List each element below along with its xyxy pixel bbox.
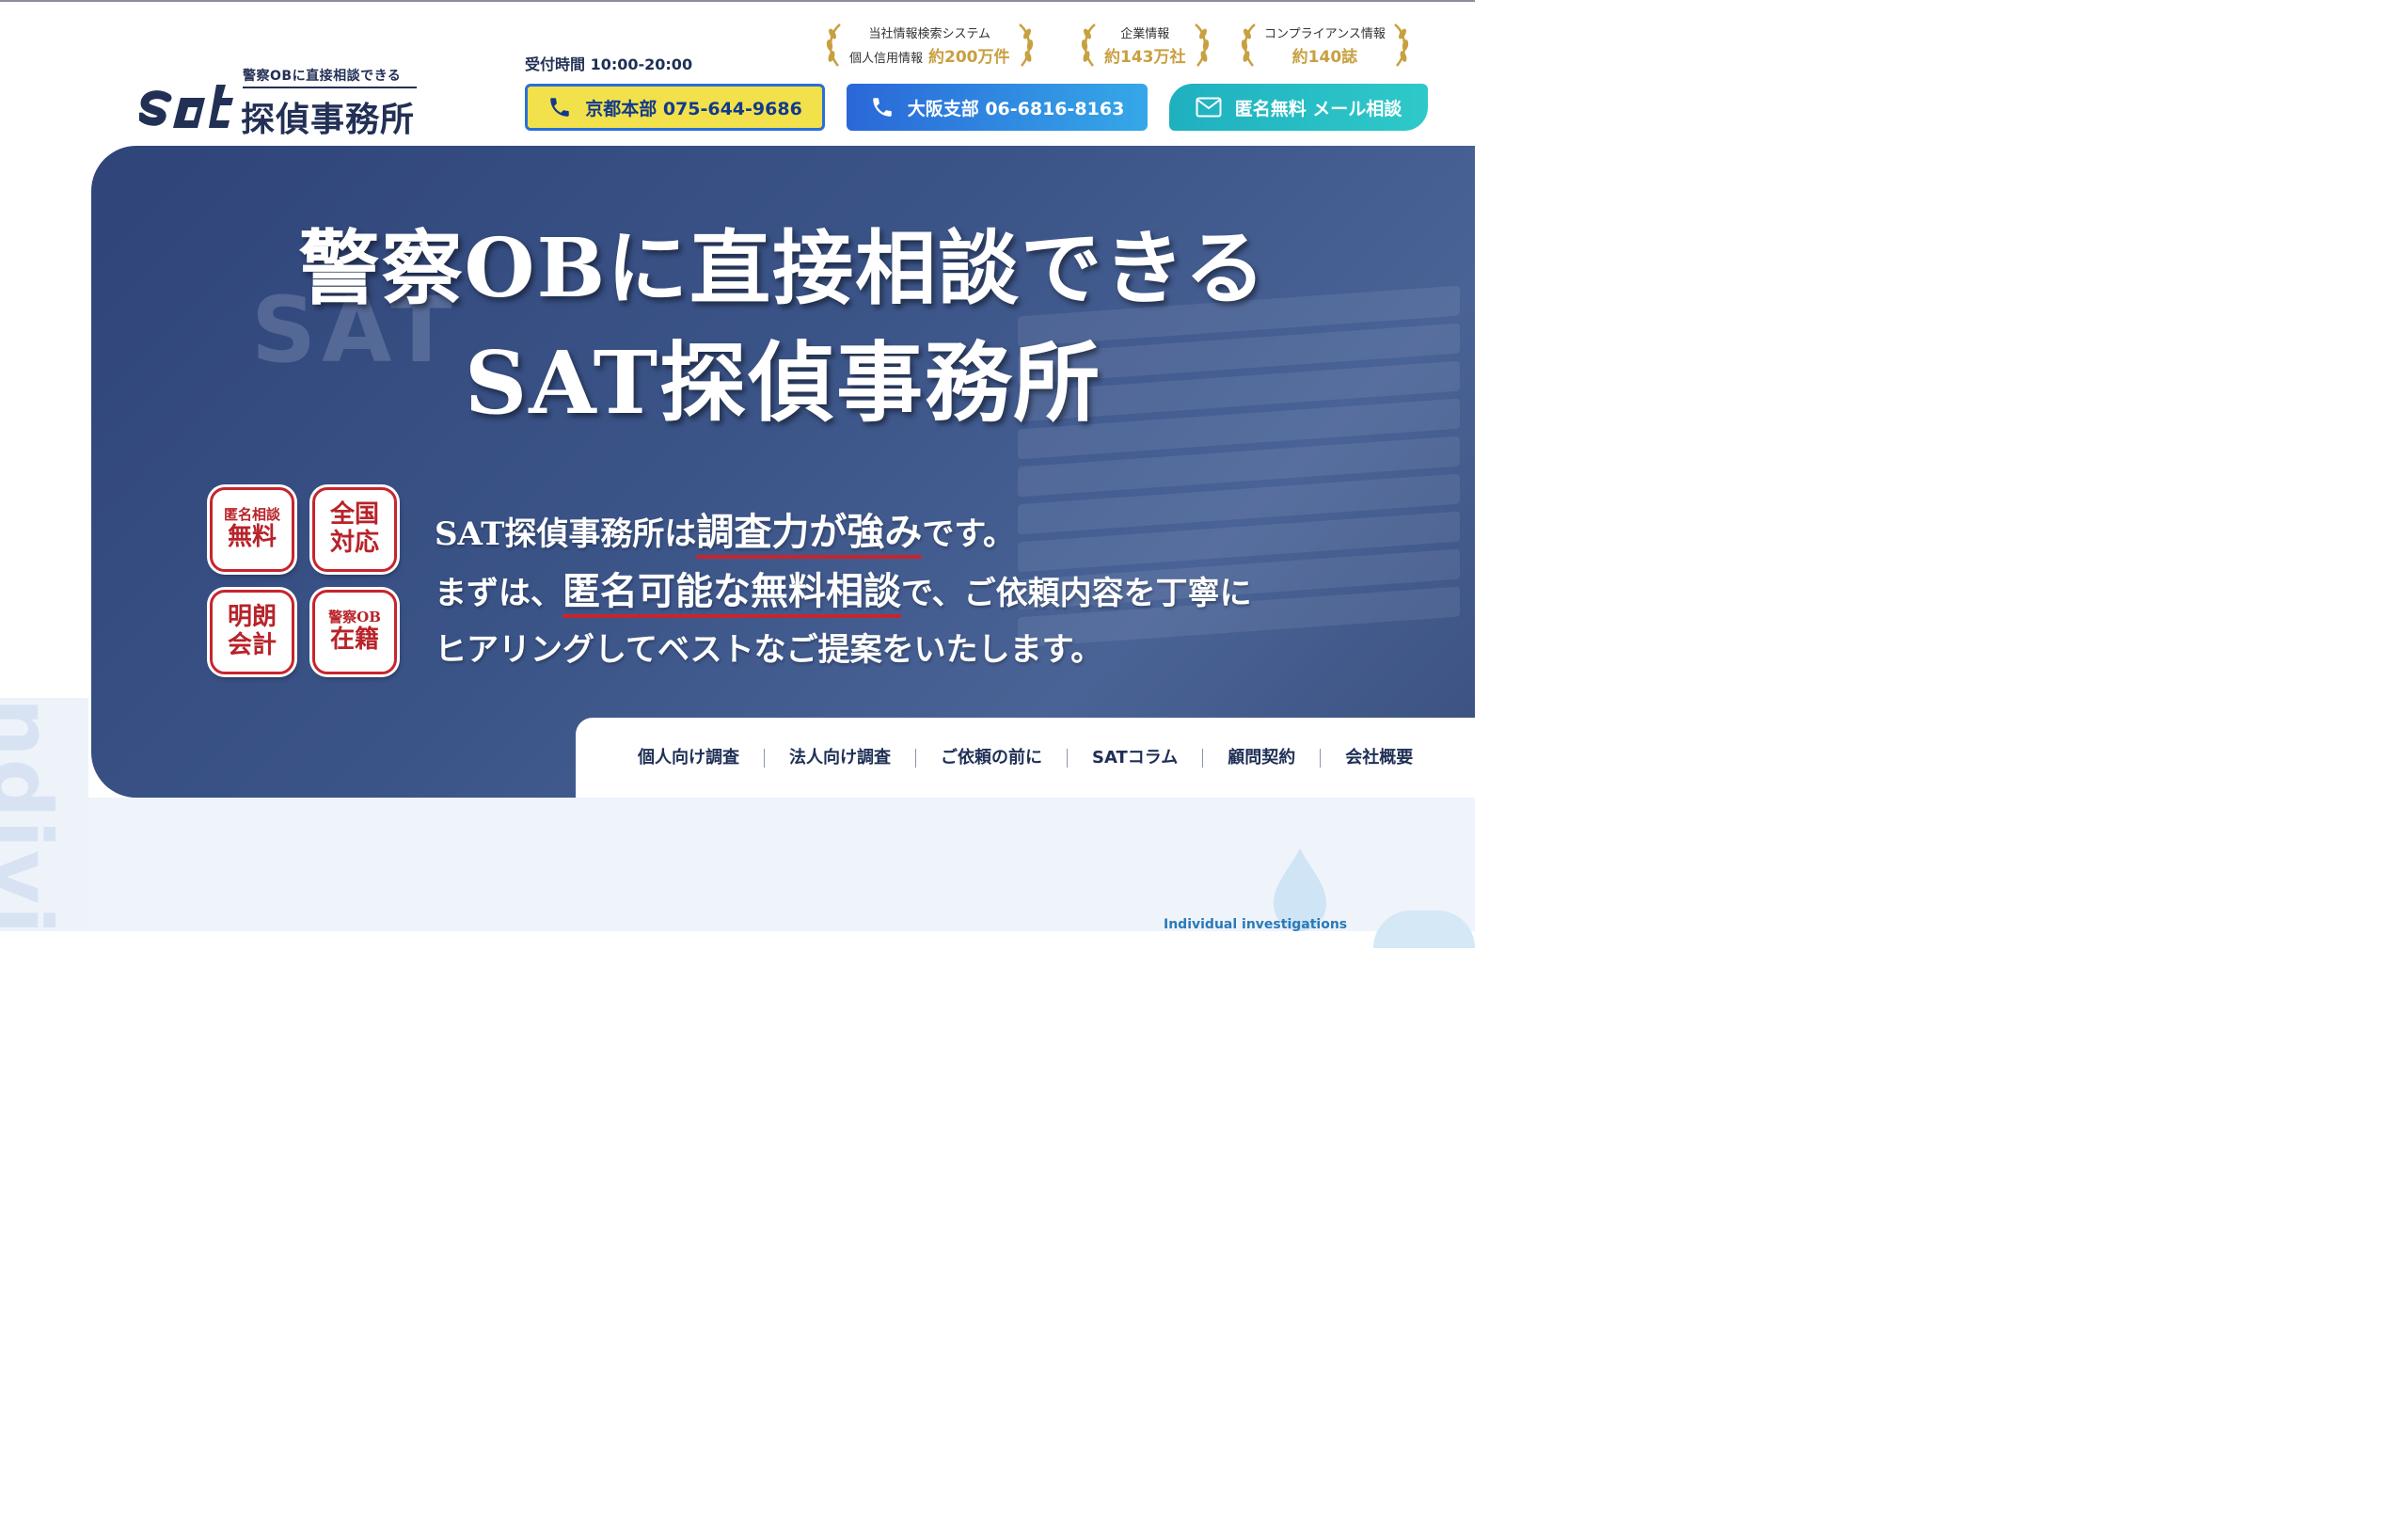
global-nav: 個人向け調査 法人向け調査 ご依頼の前に SATコラム 顧問契約 会社概要 [576, 718, 1475, 798]
logo-divider [243, 87, 417, 88]
award-label: 当社情報検索システム [868, 27, 991, 41]
nav-item-individual[interactable]: 個人向け調査 [613, 748, 765, 768]
lead-highlight: 調査力が強み [696, 510, 923, 559]
badge-police-ob: 警察OB 在籍 [312, 590, 397, 674]
laurel-left-icon [826, 24, 841, 67]
phone-icon [550, 98, 569, 117]
badge-bottom-text: 在籍 [329, 625, 379, 654]
lead-highlight: 匿名可能な無料相談 [562, 569, 901, 618]
section-english-title: Individual investigations [1164, 917, 1348, 932]
award-value: 約140誌 [1291, 48, 1358, 67]
laurel-left-icon [1241, 24, 1256, 67]
laurel-right-icon [1393, 24, 1408, 67]
badge-bottom-text: 会計 [227, 631, 277, 659]
logo-name: 探偵事務所 [241, 101, 416, 139]
mail-consult-button[interactable]: 匿名無料 メール相談 [1169, 84, 1428, 131]
award-value: 約200万件 [928, 48, 1010, 67]
badge-nationwide: 全国 対応 [312, 487, 397, 572]
badge-bottom-text: 無料 [227, 522, 277, 551]
phone-icon [872, 98, 892, 117]
business-hours: 受付時間 10:00-20:00 [525, 55, 693, 73]
award-prefix: 個人信用情報 [849, 52, 924, 66]
badge-top-text: 匿名相談 [223, 506, 280, 524]
side-decorative-word: ndivi [0, 698, 88, 931]
nav-item-corporate[interactable]: 法人向け調査 [765, 748, 916, 768]
osaka-phone-button[interactable]: 大阪支部 06-6816-8163 [847, 84, 1148, 131]
badge-anonymous-free: 匿名相談 無料 [210, 487, 294, 572]
mail-consult-label: 匿名無料 メール相談 [1234, 98, 1402, 119]
award-label: 企業情報 [1120, 27, 1170, 41]
laurel-right-icon [1194, 24, 1209, 67]
award-compliance-info: コンプライアンス情報 約140誌 [1238, 21, 1412, 70]
nav-item-company[interactable]: 会社概要 [1321, 748, 1437, 768]
award-company-info: 企業情報 約143万社 [1078, 21, 1212, 70]
hero-banner: SAT 警察OBに直接相談できる SAT探偵事務所 匿名相談 無料 全国 対応 … [91, 146, 1475, 798]
badge-bottom-text: 対応 [329, 529, 379, 557]
kyoto-phone-label: 京都本部 075-644-9686 [585, 98, 802, 119]
award-label: コンプライアンス情報 [1264, 27, 1386, 41]
hero-lead-line3: ヒアリングしてベストなご提案をいたします。 [435, 631, 1103, 669]
lower-section [0, 798, 1475, 931]
kyoto-phone-button[interactable]: 京都本部 075-644-9686 [525, 84, 825, 131]
hero-title-line1: 警察OBに直接相談できる [298, 221, 1268, 316]
mail-icon [1196, 97, 1222, 118]
top-rule [0, 0, 1475, 2]
badge-top-text: 全国 [329, 500, 379, 530]
award-value: 約143万社 [1104, 48, 1186, 67]
laurel-left-icon [1081, 24, 1096, 67]
badge-top-text: 警察OB [328, 609, 381, 626]
award-personal-credit: 当社情報検索システム 個人信用情報 約200万件 [823, 21, 1037, 70]
sat-logo-mark [139, 85, 233, 128]
hero-title-line2: SAT探偵事務所 [464, 332, 1102, 434]
nav-item-advisory-contract[interactable]: 顧問契約 [1203, 748, 1322, 768]
osaka-phone-label: 大阪支部 06-6816-8163 [907, 98, 1125, 119]
nav-item-column[interactable]: SATコラム [1068, 748, 1204, 768]
logo-tagline: 警察OBに直接相談できる [243, 69, 402, 84]
badge-top-text: 明朗 [227, 603, 277, 632]
site-logo[interactable]: 警察OBに直接相談できる 探偵事務所 [139, 66, 421, 139]
hero-lead-line2: まずは、匿名可能な無料相談で、ご依頼内容を丁寧に [435, 561, 1252, 618]
hero-lead-line1: SAT探偵事務所は調査力が強みです。 [435, 501, 1015, 559]
laurel-right-icon [1018, 24, 1033, 67]
badge-clear-pricing: 明朗 会計 [210, 590, 294, 674]
nav-item-before-request[interactable]: ご依頼の前に [916, 748, 1068, 768]
